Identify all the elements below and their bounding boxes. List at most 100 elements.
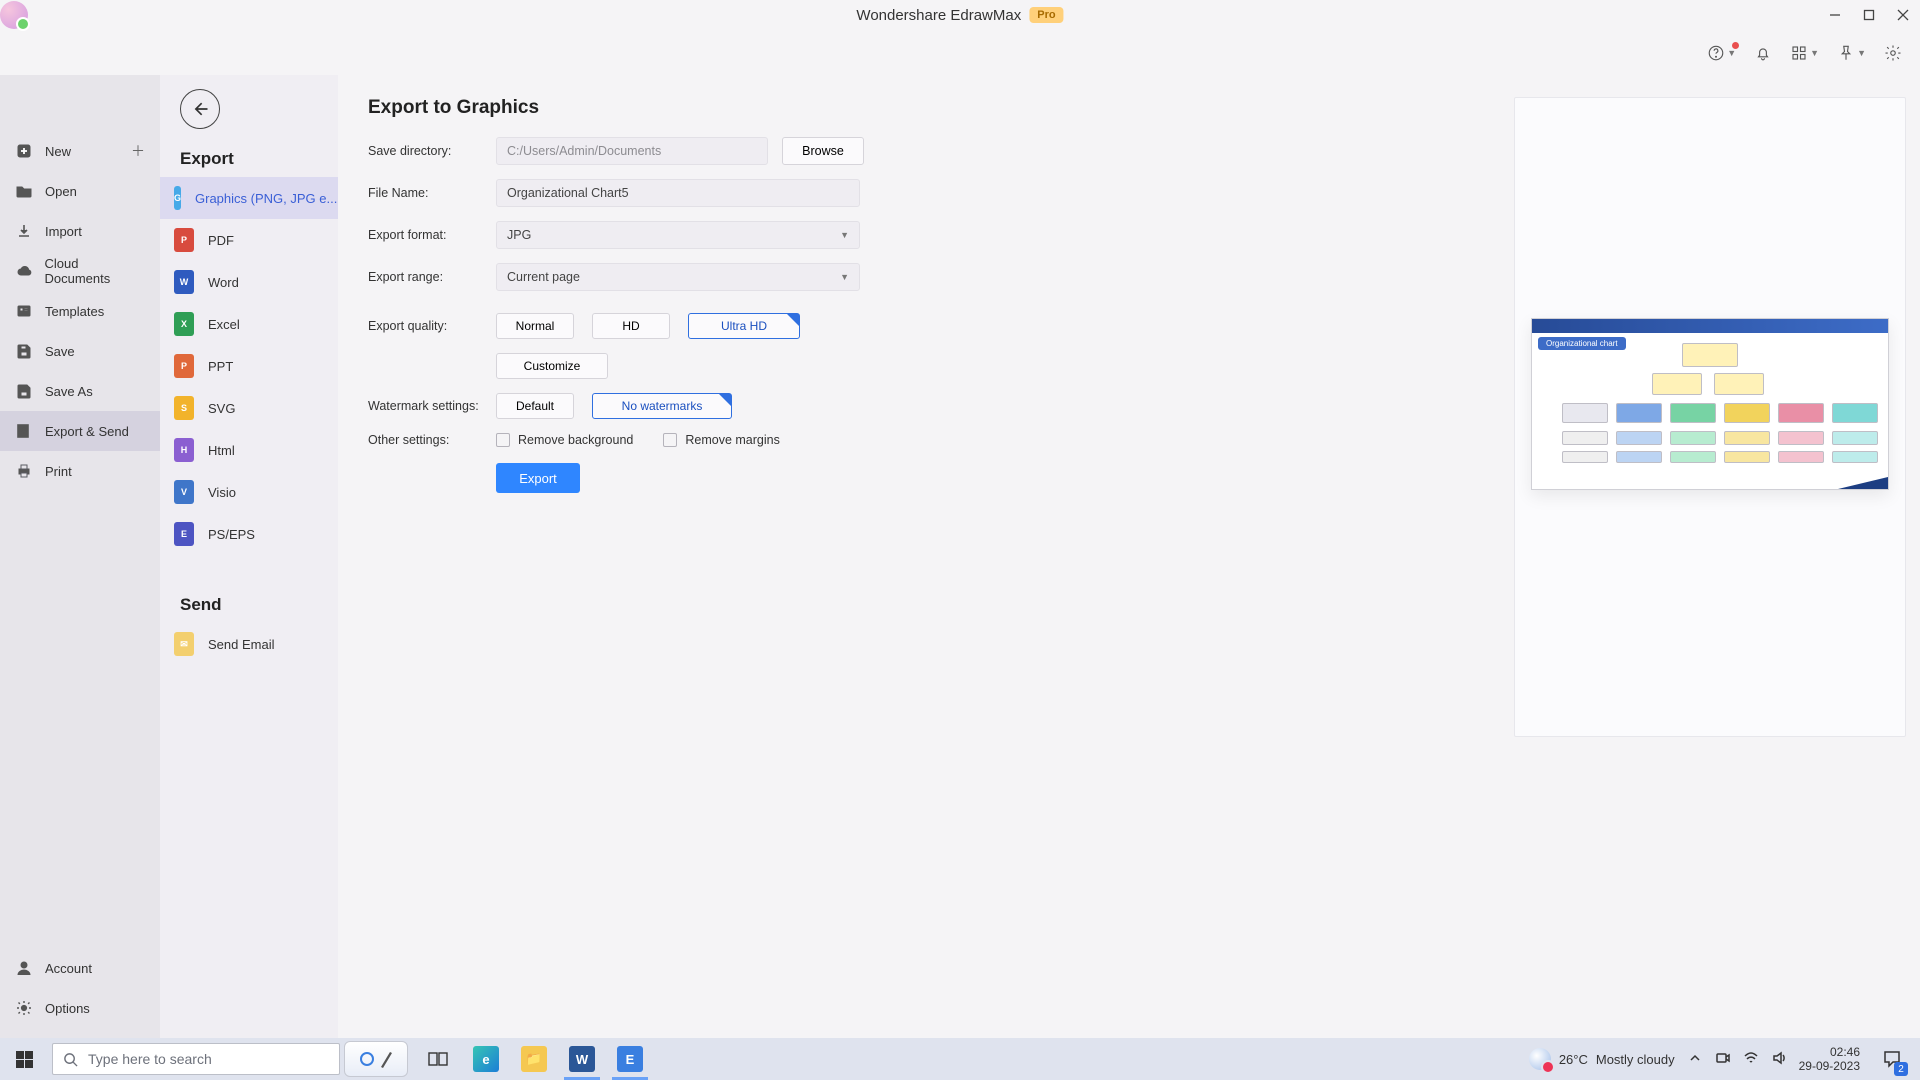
form-title: Export to Graphics	[368, 97, 1470, 119]
fmt-html[interactable]: H Html	[160, 429, 338, 471]
quality-hd[interactable]: HD	[592, 313, 670, 339]
templates-icon	[15, 302, 33, 320]
taskbar-clock[interactable]: 02:46 29-09-2023	[1799, 1045, 1860, 1073]
pen-icon	[379, 1049, 393, 1069]
rail-item-options[interactable]: Options	[0, 988, 160, 1028]
send-heading: Send	[160, 585, 338, 623]
rail-item-import[interactable]: Import	[0, 211, 160, 251]
format-select[interactable]: JPG ▼	[496, 221, 860, 249]
weather-desc: Mostly cloudy	[1596, 1052, 1675, 1067]
maximize-button[interactable]	[1852, 0, 1886, 30]
rail-label: Save	[45, 344, 75, 359]
rail-item-export[interactable]: Export & Send	[0, 411, 160, 451]
fmt-excel[interactable]: X Excel	[160, 303, 338, 345]
apps-icon[interactable]: ▼	[1790, 44, 1819, 62]
export-button[interactable]: Export	[496, 463, 580, 493]
action-center-button[interactable]: 2	[1872, 1038, 1912, 1080]
back-button[interactable]	[180, 89, 220, 129]
chevron-down-icon: ▼	[840, 272, 849, 282]
fmt-label: SVG	[208, 401, 235, 416]
saveas-icon	[15, 382, 33, 400]
checkbox-icon	[663, 433, 677, 447]
checkbox-icon	[496, 433, 510, 447]
settings-icon[interactable]	[1884, 44, 1902, 62]
weather-widget[interactable]: 26°C Mostly cloudy	[1529, 1048, 1675, 1070]
filename-input[interactable]: Organizational Chart5	[496, 179, 860, 207]
format-label: Export format:	[368, 228, 496, 242]
excel-icon: X	[174, 312, 194, 336]
taskbar-edge[interactable]: e	[462, 1038, 510, 1080]
rail-item-new[interactable]: New ＋	[0, 131, 160, 171]
dir-input[interactable]: C:/Users/Admin/Documents	[496, 137, 768, 165]
rail-item-account[interactable]: Account	[0, 948, 160, 988]
quality-customize[interactable]: Customize	[496, 353, 608, 379]
fmt-label: Graphics (PNG, JPG e...	[195, 191, 337, 206]
tray-meet-now-icon[interactable]	[1715, 1050, 1731, 1069]
cloud-icon	[15, 262, 33, 280]
rail-item-saveas[interactable]: Save As	[0, 371, 160, 411]
ppt-icon: P	[174, 354, 194, 378]
start-button[interactable]	[0, 1038, 48, 1080]
remove-bg-text: Remove background	[518, 433, 633, 447]
fmt-label: Excel	[208, 317, 240, 332]
rail-item-print[interactable]: Print	[0, 451, 160, 491]
taskbar-explorer[interactable]: 📁	[510, 1038, 558, 1080]
browse-button[interactable]: Browse	[782, 137, 864, 165]
weather-temp: 26°C	[1559, 1052, 1588, 1067]
taskbar-word[interactable]: W	[558, 1038, 606, 1080]
task-view-button[interactable]	[414, 1038, 462, 1080]
fmt-graphics[interactable]: G Graphics (PNG, JPG e...	[160, 177, 338, 219]
format-value: JPG	[507, 228, 531, 242]
system-tray: 26°C Mostly cloudy 02:46 29-09-2023 2	[1529, 1038, 1920, 1080]
name-label: File Name:	[368, 186, 496, 200]
rail-label: Account	[45, 961, 92, 976]
minimize-button[interactable]	[1818, 0, 1852, 30]
tray-volume-icon[interactable]	[1771, 1050, 1787, 1069]
rail-item-cloud[interactable]: Cloud Documents	[0, 251, 160, 291]
close-button[interactable]	[1886, 0, 1920, 30]
toolstrip: ▼ ▼ ▼	[0, 30, 1920, 75]
rail-item-open[interactable]: Open	[0, 171, 160, 211]
tray-wifi-icon[interactable]	[1743, 1050, 1759, 1069]
ps-icon: E	[174, 522, 194, 546]
fmt-label: PPT	[208, 359, 233, 374]
graphics-icon: G	[174, 186, 181, 210]
remove-bg-checkbox[interactable]: Remove background	[496, 433, 633, 447]
name-value: Organizational Chart5	[507, 186, 629, 200]
tray-chevron-up-icon[interactable]	[1687, 1050, 1703, 1069]
fmt-svg[interactable]: S SVG	[160, 387, 338, 429]
fmt-visio[interactable]: V Visio	[160, 471, 338, 513]
edraw-icon: E	[617, 1046, 643, 1072]
weather-icon	[1529, 1048, 1551, 1070]
rail-label: Print	[45, 464, 72, 479]
user-avatar[interactable]	[0, 1, 28, 29]
taskbar-search[interactable]: Type here to search	[52, 1043, 340, 1075]
cortana-button[interactable]	[344, 1041, 408, 1077]
watermark-default[interactable]: Default	[496, 393, 574, 419]
send-email[interactable]: ✉ Send Email	[160, 623, 338, 665]
workspace: New ＋ Open Import Cloud Documents Templa…	[0, 75, 1920, 1038]
fmt-pdf[interactable]: P PDF	[160, 219, 338, 261]
rail-item-templates[interactable]: Templates	[0, 291, 160, 331]
rail-item-save[interactable]: Save	[0, 331, 160, 371]
quality-ultrahd[interactable]: Ultra HD	[688, 313, 800, 339]
pin-icon[interactable]: ▼	[1837, 44, 1866, 62]
help-icon[interactable]: ▼	[1707, 44, 1736, 62]
dir-value: C:/Users/Admin/Documents	[507, 144, 661, 158]
remove-margins-checkbox[interactable]: Remove margins	[663, 433, 779, 447]
quality-normal[interactable]: Normal	[496, 313, 574, 339]
fmt-ps[interactable]: E PS/EPS	[160, 513, 338, 555]
word-icon: W	[569, 1046, 595, 1072]
notifications-icon[interactable]	[1754, 44, 1772, 62]
watermark-none[interactable]: No watermarks	[592, 393, 732, 419]
left-rail: New ＋ Open Import Cloud Documents Templa…	[0, 75, 160, 1038]
taskbar-edraw[interactable]: E	[606, 1038, 654, 1080]
explorer-icon: 📁	[521, 1046, 547, 1072]
fmt-label: PS/EPS	[208, 527, 255, 542]
export-heading: Export	[160, 139, 338, 177]
fmt-ppt[interactable]: P PPT	[160, 345, 338, 387]
rail-label: Open	[45, 184, 77, 199]
range-select[interactable]: Current page ▼	[496, 263, 860, 291]
fmt-word[interactable]: W Word	[160, 261, 338, 303]
titlebar: Wondershare EdrawMax Pro	[0, 0, 1920, 30]
